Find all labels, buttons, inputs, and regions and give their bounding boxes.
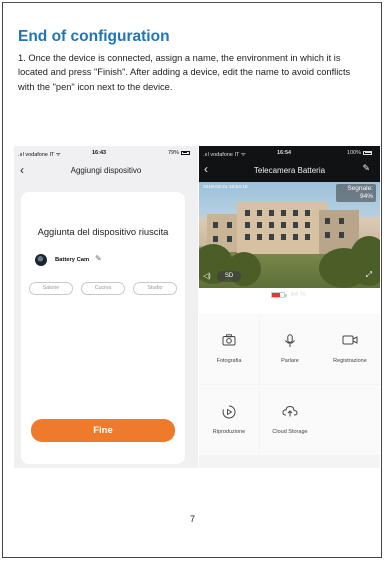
app-header: ‹ Aggiungi dispositivo xyxy=(14,160,198,182)
action-label: Riproduzione xyxy=(212,429,246,435)
battery-percent: 79% xyxy=(167,150,179,156)
status-time: 16:54 xyxy=(277,150,292,156)
battery-icon xyxy=(363,150,372,155)
action-label: Fotografia xyxy=(216,358,242,364)
camera-thumbnail xyxy=(35,254,47,266)
pen-icon[interactable]: ✎ xyxy=(362,163,370,174)
battery-percent: 100% xyxy=(346,150,361,156)
finish-button[interactable]: Fine xyxy=(31,419,175,442)
signal-indicator: Segnale: 94% xyxy=(336,184,376,202)
action-parlare[interactable]: Parlare xyxy=(260,314,320,384)
success-card: Aggiunta del dispositivo riuscita Batter… xyxy=(21,192,185,464)
status-time: 16:43 xyxy=(92,150,107,156)
camera-battery-row: 64 % xyxy=(199,288,380,302)
page-number: 7 xyxy=(189,514,195,524)
room-chip-studio[interactable]: Studio xyxy=(133,282,177,295)
status-battery: 79% xyxy=(168,150,190,156)
fullscreen-icon[interactable]: ⤢ xyxy=(366,270,372,280)
playback-icon xyxy=(199,405,259,422)
signal-value: 94% xyxy=(359,193,373,200)
action-label: Registrazione xyxy=(333,358,367,364)
action-fotografia[interactable]: Fotografia xyxy=(199,314,259,384)
microphone-icon xyxy=(260,334,320,351)
action-registrazione[interactable]: Registrazione xyxy=(320,314,380,384)
screen-title: Aggiungi dispositivo xyxy=(70,166,142,175)
action-grid: Fotografia Parlare Registrazione Riprodu… xyxy=(199,314,380,468)
manual-page: End of configuration 1. Once the device … xyxy=(0,0,385,562)
camera-icon xyxy=(199,334,259,349)
add-device-screenshot: .ııl vodafone IT ᯤ 16:43 79% ‹ Aggiungi … xyxy=(14,146,198,468)
device-name: Battery Cam xyxy=(55,257,90,263)
status-battery: 100% xyxy=(347,150,372,156)
video-timestamp: 2019-03-21 16:54:16 xyxy=(203,185,248,190)
action-cloud-storage[interactable]: Cloud Storage xyxy=(260,385,320,455)
live-video-feed[interactable]: 2019-03-21 16:54:16 Segnale: 94% ◁) SD ⤢ xyxy=(199,182,380,288)
carrier-label: .ııl vodafone IT ᯤ xyxy=(203,152,246,158)
screen-title: Telecamera Batteria xyxy=(253,166,326,175)
section-heading: End of configuration xyxy=(18,28,170,45)
app-header: ‹ Telecamera Batteria ✎ xyxy=(199,160,380,180)
cloud-upload-icon xyxy=(260,405,320,420)
quality-toggle[interactable]: SD xyxy=(217,271,241,282)
camera-screenshot: .ııl vodafone IT ᯤ 16:54 100% ‹ Telecame… xyxy=(199,146,380,468)
success-message: Aggiunta del dispositivo riuscita xyxy=(37,226,169,237)
camera-battery-fill xyxy=(272,293,280,297)
pen-icon[interactable]: ✎ xyxy=(95,254,102,263)
action-riproduzione[interactable]: Riproduzione xyxy=(199,385,259,455)
speaker-icon[interactable]: ◁) xyxy=(203,272,211,280)
video-icon xyxy=(320,334,380,349)
room-chip-salone[interactable]: Salone xyxy=(29,282,73,295)
camera-top-area: .ııl vodafone IT ᯤ 16:54 100% ‹ Telecame… xyxy=(199,146,380,298)
action-label: Parlare xyxy=(281,358,299,364)
empty-cell xyxy=(320,385,380,455)
carrier-label: .ııl vodafone IT ᯤ xyxy=(18,152,61,158)
camera-battery-icon xyxy=(271,292,285,298)
battery-icon xyxy=(181,150,190,155)
instruction-text: 1. Once the device is connected, assign … xyxy=(18,53,351,92)
signal-label: Segnale: xyxy=(347,185,373,192)
room-chip-cucina[interactable]: Cucina xyxy=(81,282,125,295)
camera-battery-text: 64 % xyxy=(291,291,306,298)
room-chips: Salone Cucina Studio xyxy=(29,282,179,296)
action-label: Cloud Storage xyxy=(272,429,308,435)
